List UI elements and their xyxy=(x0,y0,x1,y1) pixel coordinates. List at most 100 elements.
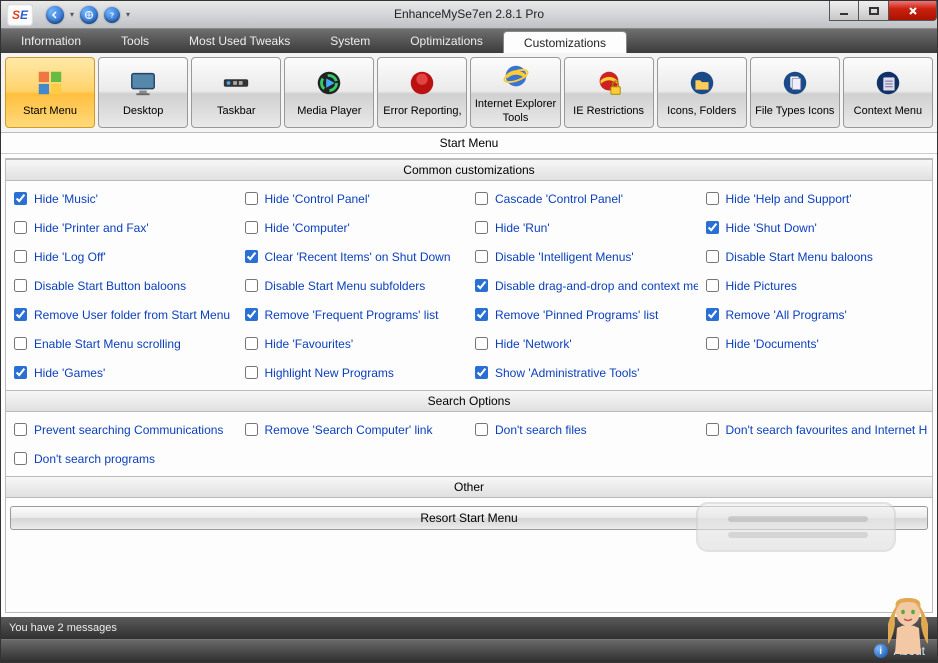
common-option[interactable]: Hide 'Music' xyxy=(10,189,237,208)
toolbar-button-file-types-icons[interactable]: File Types Icons xyxy=(750,57,840,128)
toolbar-button-start-menu[interactable]: Start Menu xyxy=(5,57,95,128)
search-checkbox[interactable] xyxy=(14,423,27,436)
search-option[interactable]: Prevent searching Communications xyxy=(10,420,237,439)
common-option[interactable]: Remove 'All Programs' xyxy=(702,305,929,324)
search-checkbox[interactable] xyxy=(245,423,258,436)
toolbar-button-error-reporting[interactable]: Error Reporting, xyxy=(377,57,467,128)
common-checkbox[interactable] xyxy=(245,279,258,292)
common-option[interactable]: Cascade 'Control Panel' xyxy=(471,189,698,208)
common-checkbox[interactable] xyxy=(245,308,258,321)
common-option[interactable]: Disable drag-and-drop and context menu xyxy=(471,276,698,295)
common-option[interactable]: Hide 'Log Off' xyxy=(10,247,237,266)
menu-tab-system[interactable]: System xyxy=(310,29,390,53)
common-option[interactable]: Hide 'Computer' xyxy=(241,218,468,237)
menu-tab-customizations[interactable]: Customizations xyxy=(503,31,627,54)
toolbar-button-taskbar[interactable]: Taskbar xyxy=(191,57,281,128)
common-checkbox[interactable] xyxy=(475,279,488,292)
common-checkbox[interactable] xyxy=(475,366,488,379)
search-option[interactable]: Remove 'Search Computer' link xyxy=(241,420,468,439)
common-option[interactable]: Hide Pictures xyxy=(702,276,929,295)
toolbar-button-ie-restrictions[interactable]: IE Restrictions xyxy=(564,57,654,128)
common-checkbox[interactable] xyxy=(706,250,719,263)
common-checkbox[interactable] xyxy=(14,279,27,292)
nav-back-menu[interactable]: ▾ xyxy=(67,10,77,19)
toolbar: Start MenuDesktopTaskbar Media Player Erro… xyxy=(1,53,937,133)
home-button[interactable] xyxy=(80,6,98,24)
toolbar-button-desktop[interactable]: Desktop xyxy=(98,57,188,128)
help-button[interactable]: ? xyxy=(104,7,120,23)
common-checkbox[interactable] xyxy=(245,337,258,350)
common-checkbox[interactable] xyxy=(475,308,488,321)
nav-back-button[interactable] xyxy=(46,6,64,24)
common-checkbox[interactable] xyxy=(14,308,27,321)
common-checkbox[interactable] xyxy=(245,366,258,379)
common-option[interactable]: Hide 'Network' xyxy=(471,334,698,353)
about-link[interactable]: i About xyxy=(874,644,925,658)
close-button[interactable] xyxy=(889,1,937,21)
common-checkbox[interactable] xyxy=(706,192,719,205)
search-checkbox[interactable] xyxy=(14,452,27,465)
toolbar-button-media-player[interactable]: Media Player xyxy=(284,57,374,128)
error-icon xyxy=(406,67,438,99)
common-option[interactable]: Remove 'Pinned Programs' list xyxy=(471,305,698,324)
common-option[interactable]: Hide 'Printer and Fax' xyxy=(10,218,237,237)
common-option[interactable]: Hide 'Help and Support' xyxy=(702,189,929,208)
common-checkbox[interactable] xyxy=(706,308,719,321)
common-checkbox[interactable] xyxy=(14,192,27,205)
common-option-label: Hide 'Documents' xyxy=(726,337,819,351)
common-option[interactable]: Disable Start Button baloons xyxy=(10,276,237,295)
common-checkbox[interactable] xyxy=(14,366,27,379)
common-option-label: Remove 'Pinned Programs' list xyxy=(495,308,658,322)
page-title: Start Menu xyxy=(1,133,937,153)
common-option[interactable]: Hide 'Documents' xyxy=(702,334,929,353)
menu-tab-information[interactable]: Information xyxy=(1,29,101,53)
common-option[interactable]: Disable 'Intelligent Menus' xyxy=(471,247,698,266)
common-checkbox[interactable] xyxy=(706,221,719,234)
menu-tab-tools[interactable]: Tools xyxy=(101,29,169,53)
info-icon: i xyxy=(874,644,888,658)
search-option[interactable]: Don't search favourites and Internet His… xyxy=(702,420,929,439)
maximize-button[interactable] xyxy=(859,1,889,21)
common-checkbox[interactable] xyxy=(14,337,27,350)
app-logo: SE xyxy=(7,4,33,26)
common-option[interactable]: Hide 'Games' xyxy=(10,363,237,382)
common-checkbox[interactable] xyxy=(475,192,488,205)
common-option[interactable]: Show 'Administrative Tools' xyxy=(471,363,698,382)
title-bar: SE ▾ ? ▾ EnhanceMySe7en 2.8.1 Pro xyxy=(1,1,937,29)
common-option[interactable]: Hide 'Shut Down' xyxy=(702,218,929,237)
search-option[interactable]: Don't search files xyxy=(471,420,698,439)
common-option[interactable]: Clear 'Recent Items' on Shut Down xyxy=(241,247,468,266)
common-option[interactable]: Disable Start Menu subfolders xyxy=(241,276,468,295)
search-option[interactable]: Don't search programs xyxy=(10,449,237,468)
common-option[interactable]: Enable Start Menu scrolling xyxy=(10,334,237,353)
common-option[interactable]: Hide 'Control Panel' xyxy=(241,189,468,208)
status-messages: You have 2 messages xyxy=(9,622,117,634)
common-option[interactable]: Hide 'Favourites' xyxy=(241,334,468,353)
toolbar-button-label: Media Player xyxy=(297,105,361,118)
toolbar-button-internet-explorer-tools[interactable]: Internet Explorer Tools xyxy=(470,57,560,128)
common-checkbox[interactable] xyxy=(706,279,719,292)
common-option[interactable]: Remove User folder from Start Menu xyxy=(10,305,237,324)
search-checkbox[interactable] xyxy=(706,423,719,436)
common-option[interactable]: Disable Start Menu baloons xyxy=(702,247,929,266)
toolbar-button-context-menu[interactable]: Context Menu xyxy=(843,57,933,128)
menu-tab-most-used-tweaks[interactable]: Most Used Tweaks xyxy=(169,29,310,53)
common-checkbox[interactable] xyxy=(245,221,258,234)
minimize-button[interactable] xyxy=(829,1,859,21)
toolbar-button-label: Icons, Folders xyxy=(667,105,736,118)
common-checkbox[interactable] xyxy=(475,250,488,263)
common-checkbox[interactable] xyxy=(14,250,27,263)
common-checkbox[interactable] xyxy=(14,221,27,234)
help-menu[interactable]: ▾ xyxy=(123,10,133,19)
search-checkbox[interactable] xyxy=(475,423,488,436)
menu-tab-optimizations[interactable]: Optimizations xyxy=(390,29,503,53)
common-option[interactable]: Hide 'Run' xyxy=(471,218,698,237)
common-option[interactable]: Highlight New Programs xyxy=(241,363,468,382)
common-checkbox[interactable] xyxy=(475,337,488,350)
toolbar-button-icons-folders[interactable]: Icons, Folders xyxy=(657,57,747,128)
common-option[interactable]: Remove 'Frequent Programs' list xyxy=(241,305,468,324)
common-checkbox[interactable] xyxy=(706,337,719,350)
common-checkbox[interactable] xyxy=(245,250,258,263)
common-checkbox[interactable] xyxy=(475,221,488,234)
common-checkbox[interactable] xyxy=(245,192,258,205)
